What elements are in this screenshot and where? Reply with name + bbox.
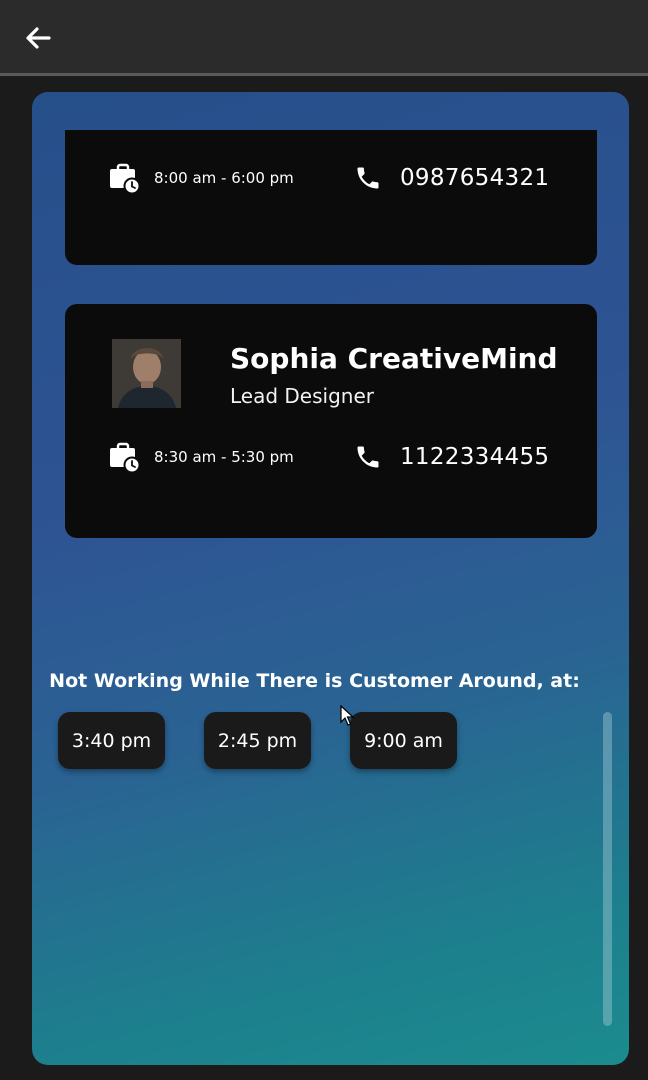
time-chip[interactable]: 3:40 pm (58, 712, 165, 769)
phone-text: 1122334455 (400, 444, 550, 470)
top-app-bar (0, 0, 648, 76)
contact-row: 8:00 am - 6:00 pm 0987654321 (108, 158, 558, 198)
employee-card: Sophia CreativeMind Lead Designer 8:30 a… (65, 304, 597, 538)
employee-name: Sophia CreativeMind (230, 342, 558, 375)
employee-role: Lead Designer (230, 384, 374, 408)
hours-text: 8:00 am - 6:00 pm (154, 169, 294, 187)
briefcase-clock-icon (110, 442, 140, 473)
avatar-image (112, 339, 181, 408)
arrow-left-icon (26, 27, 51, 49)
section-title: Not Working While There is Customer Arou… (49, 670, 580, 692)
time-chip[interactable]: 9:00 am (350, 712, 457, 769)
hours-text: 8:30 am - 5:30 pm (154, 448, 294, 466)
phone-icon (357, 446, 379, 468)
phone-number[interactable]: 0987654321 (354, 158, 549, 198)
contact-row: 8:30 am - 5:30 pm 1122334455 (108, 437, 558, 477)
employee-panel: 8:00 am - 6:00 pm 0987654321 Sophia Crea… (32, 92, 629, 1065)
mouse-cursor-icon (340, 705, 354, 726)
time-chip[interactable]: 2:45 pm (204, 712, 311, 769)
employee-card: 8:00 am - 6:00 pm 0987654321 (65, 130, 597, 265)
back-button[interactable] (18, 20, 58, 56)
avatar (112, 339, 181, 408)
briefcase-clock-icon (110, 163, 140, 194)
phone-text: 0987654321 (400, 165, 550, 191)
working-hours: 8:00 am - 6:00 pm (108, 158, 294, 198)
working-hours: 8:30 am - 5:30 pm (108, 437, 294, 477)
scrollbar[interactable] (603, 712, 612, 1026)
phone-icon (357, 167, 379, 189)
phone-number[interactable]: 1122334455 (354, 437, 549, 477)
